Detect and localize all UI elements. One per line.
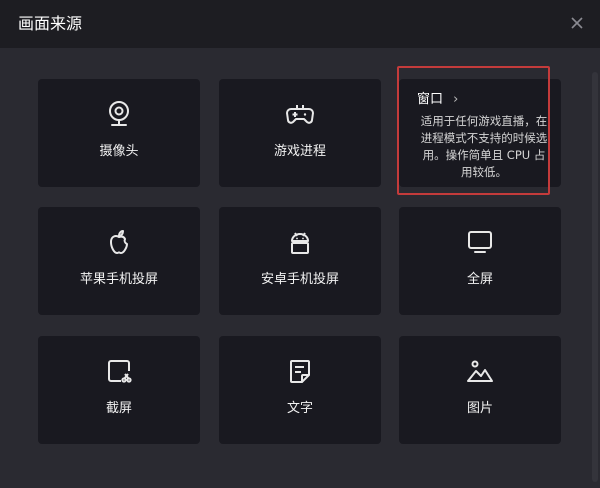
source-card-text[interactable]: 文字 bbox=[219, 336, 381, 444]
source-card-label: 安卓手机投屏 bbox=[260, 272, 339, 287]
source-card-label: 摄像头 bbox=[99, 144, 139, 159]
source-card-label: 苹果手机投屏 bbox=[79, 272, 158, 287]
source-card-fullscreen[interactable]: 全屏 bbox=[399, 207, 561, 315]
source-card-camera[interactable]: 摄像头 bbox=[38, 79, 200, 187]
source-card-label: 全屏 bbox=[466, 272, 493, 287]
source-card-label: 文字 bbox=[286, 401, 313, 416]
window-card-description: 适用于任何游戏直播，在进程模式不支持的时候选用。操作简单且 CPU 占用较低。 bbox=[420, 114, 548, 179]
source-card-label: 游戏进程 bbox=[273, 144, 326, 159]
webcam-icon bbox=[104, 99, 134, 129]
source-card-screenshot[interactable]: 截屏 bbox=[38, 336, 200, 444]
titlebar: 画面来源 bbox=[0, 0, 600, 48]
chevron-right-icon: › bbox=[453, 92, 459, 107]
image-source-dialog: 画面来源 摄像头 游戏进程 窗口 › 适用于任何游戏直播，在进程模式不支持的时候… bbox=[0, 0, 600, 488]
close-button[interactable] bbox=[568, 14, 586, 32]
source-card-label: 图片 bbox=[466, 401, 493, 416]
source-card-window[interactable]: 窗口 › 适用于任何游戏直播，在进程模式不支持的时候选用。操作简单且 CPU 占… bbox=[399, 79, 561, 187]
window-card-title: 窗口 › bbox=[417, 92, 458, 108]
scrollbar[interactable] bbox=[592, 72, 598, 482]
source-card-image[interactable]: 图片 bbox=[399, 336, 561, 444]
source-card-game-process[interactable]: 游戏进程 bbox=[219, 79, 381, 187]
source-card-iphone-mirror[interactable]: 苹果手机投屏 bbox=[38, 207, 200, 315]
apple-icon bbox=[104, 227, 134, 257]
close-icon bbox=[571, 17, 583, 29]
text-document-icon bbox=[285, 356, 315, 386]
screenshot-icon bbox=[104, 356, 134, 386]
monitor-icon bbox=[465, 227, 495, 257]
dialog-title: 画面来源 bbox=[18, 14, 83, 33]
window-card-title-text: 窗口 bbox=[417, 92, 444, 107]
gamepad-icon bbox=[285, 99, 315, 129]
source-card-android-mirror[interactable]: 安卓手机投屏 bbox=[219, 207, 381, 315]
android-icon bbox=[285, 227, 315, 257]
source-card-label: 截屏 bbox=[105, 401, 132, 416]
image-icon bbox=[465, 356, 495, 386]
